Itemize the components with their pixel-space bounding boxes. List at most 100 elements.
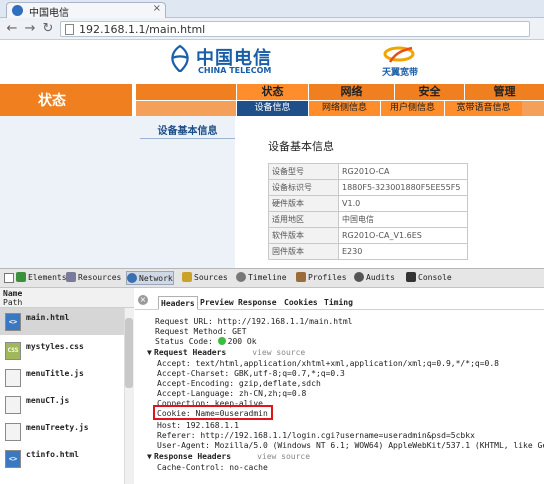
devtools-tab-resources[interactable]: Resources bbox=[66, 271, 121, 285]
devtools-tab-network[interactable]: Network bbox=[126, 271, 174, 285]
row-key: 固件版本 bbox=[268, 243, 339, 260]
sidebar-item-device-basic-info[interactable]: 设备基本信息 bbox=[140, 122, 235, 137]
expand-triangle-icon: ▼ bbox=[147, 452, 152, 461]
tab-label: Network bbox=[139, 274, 173, 283]
list-item[interactable]: <> main.html bbox=[0, 308, 124, 335]
subtab-voice-info[interactable]: 宽带语音信息 bbox=[444, 101, 522, 116]
tab-headers[interactable]: Headers bbox=[158, 296, 198, 310]
row-key: 软件版本 bbox=[268, 227, 339, 244]
tab-label: Sources bbox=[194, 273, 228, 282]
table-row: 硬件版本 V1.0 bbox=[268, 195, 468, 212]
elements-icon bbox=[16, 272, 26, 282]
reload-icon[interactable]: ↻ bbox=[40, 21, 56, 36]
console-icon bbox=[406, 272, 416, 282]
response-headers-section[interactable]: ▼ Response Headers view source bbox=[147, 451, 310, 462]
close-details-icon[interactable]: × bbox=[138, 295, 148, 305]
tab-label: Timeline bbox=[248, 273, 287, 282]
user-agent-header: User-Agent: Mozilla/5.0 (Windows NT 6.1;… bbox=[157, 441, 544, 450]
row-value: 中国电信 bbox=[338, 211, 468, 228]
section-title: Request Headers bbox=[154, 348, 227, 357]
devtools-tab-elements[interactable]: Elements bbox=[16, 271, 67, 285]
china-telecom-logo-icon bbox=[171, 44, 189, 73]
table-row: 软件版本 RG201O-CA_V1.6ES bbox=[268, 227, 468, 244]
view-source-link[interactable]: view source bbox=[252, 348, 305, 357]
name-column-header: Name bbox=[3, 289, 23, 298]
tab-label: Elements bbox=[28, 273, 67, 282]
network-icon bbox=[127, 273, 137, 283]
cache-control-header: Cache-Control: no-cache bbox=[157, 463, 268, 472]
row-key: 硬件版本 bbox=[268, 195, 339, 212]
tab-network[interactable]: 网络 bbox=[308, 84, 394, 100]
tab-management[interactable]: 管理 bbox=[464, 84, 544, 100]
row-value: E230 bbox=[338, 243, 468, 260]
subtab-network-info[interactable]: 网络侧信息 bbox=[308, 101, 380, 116]
status-code-line: Status Code: 200 Ok bbox=[155, 336, 257, 347]
devtools-tab-timeline[interactable]: Timeline bbox=[236, 271, 287, 285]
tab-cookies[interactable]: Cookies bbox=[282, 296, 320, 310]
devtools-tab-profiles[interactable]: Profiles bbox=[296, 271, 347, 285]
list-item[interactable]: <> ctinfo.html bbox=[0, 445, 124, 472]
resources-icon bbox=[66, 272, 76, 282]
view-source-link[interactable]: view source bbox=[257, 452, 310, 461]
profiles-icon bbox=[296, 272, 306, 282]
brand-name-en: CHINA TELECOM bbox=[198, 66, 272, 75]
script-file-icon bbox=[5, 369, 21, 387]
dock-icon[interactable] bbox=[4, 273, 14, 283]
devtools-tab-console[interactable]: Console bbox=[406, 271, 452, 285]
row-value: RG201O-CA bbox=[338, 163, 468, 180]
table-row: 设备标识号 1880F5-323001880F5EE55F5 bbox=[268, 179, 468, 196]
subtab-device-info[interactable]: 设备信息 bbox=[236, 101, 308, 116]
path-column-header: Path bbox=[3, 298, 23, 307]
subtab-user-info[interactable]: 用户侧信息 bbox=[380, 101, 444, 116]
page-title: 设备基本信息 bbox=[268, 140, 334, 153]
row-value: V1.0 bbox=[338, 195, 468, 212]
list-item[interactable]: menuTreety.js bbox=[0, 418, 124, 445]
file-name: menuCT.js bbox=[26, 396, 70, 405]
timeline-icon bbox=[236, 272, 246, 282]
status-ok-icon bbox=[217, 337, 226, 345]
url-text: 192.168.1.1/main.html bbox=[79, 23, 206, 36]
tab-timing[interactable]: Timing bbox=[322, 296, 355, 310]
close-tab-icon[interactable]: × bbox=[153, 3, 161, 14]
list-item[interactable]: menuCT.js bbox=[0, 391, 124, 418]
address-toolbar: ← → ↻ 192.168.1.1/main.html bbox=[0, 18, 544, 40]
cookie-highlight-box bbox=[153, 405, 273, 420]
globe-icon bbox=[12, 5, 23, 16]
section-title: Response Headers bbox=[154, 452, 232, 461]
scrollbar-thumb[interactable] bbox=[125, 318, 133, 388]
forward-arrow-icon[interactable]: → bbox=[22, 21, 38, 36]
back-arrow-icon[interactable]: ← bbox=[4, 21, 20, 36]
devtools-tab-audits[interactable]: Audits bbox=[354, 271, 395, 285]
tab-label: Audits bbox=[366, 273, 395, 282]
page-header bbox=[0, 40, 544, 84]
expand-triangle-icon: ▼ bbox=[147, 348, 152, 357]
file-name: menuTreety.js bbox=[26, 423, 89, 432]
script-file-icon bbox=[5, 423, 21, 441]
browser-tab[interactable]: 中国电信 × bbox=[6, 2, 166, 19]
table-row: 固件版本 E230 bbox=[268, 243, 468, 260]
sources-icon bbox=[182, 272, 192, 282]
row-key: 适用地区 bbox=[268, 211, 339, 228]
row-value: RG201O-CA_V1.6ES bbox=[338, 227, 468, 244]
audits-icon bbox=[354, 272, 364, 282]
css-file-icon: CSS bbox=[5, 342, 21, 360]
status-code-value: 200 Ok bbox=[227, 337, 257, 346]
page-icon bbox=[65, 24, 74, 35]
request-headers-section[interactable]: ▼ Request Headers view source bbox=[147, 347, 305, 358]
file-name: menuTitle.js bbox=[26, 369, 84, 378]
list-item[interactable]: menuTitle.js bbox=[0, 364, 124, 391]
browser-tab-title: 中国电信 bbox=[29, 8, 69, 19]
sidebar-divider bbox=[140, 138, 235, 139]
tab-security[interactable]: 安全 bbox=[394, 84, 464, 100]
devtools-tab-sources[interactable]: Sources bbox=[182, 271, 228, 285]
tab-preview[interactable]: Preview bbox=[198, 296, 236, 310]
list-item[interactable]: CSS mystyles.css bbox=[0, 337, 124, 364]
tab-response[interactable]: Response bbox=[236, 296, 279, 310]
file-list-header[interactable]: Name Path bbox=[0, 288, 134, 308]
url-bar[interactable]: 192.168.1.1/main.html bbox=[60, 21, 530, 37]
row-value: 1880F5-323001880F5EE55F5 bbox=[338, 179, 468, 196]
tab-label: Profiles bbox=[308, 273, 347, 282]
file-name: main.html bbox=[26, 313, 70, 322]
tab-status[interactable]: 状态 bbox=[236, 84, 308, 100]
tab-label: Resources bbox=[78, 273, 122, 282]
